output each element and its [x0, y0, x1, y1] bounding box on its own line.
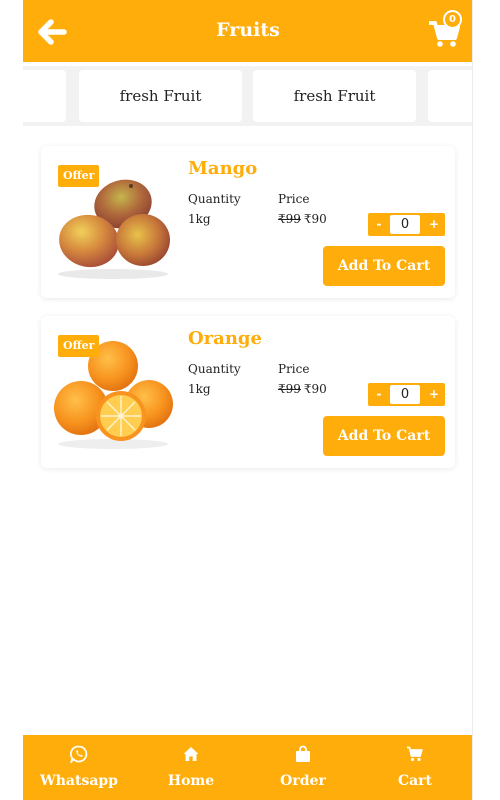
product-name: Mango — [188, 158, 258, 179]
product-card: Offer Mango Quantity 1kg Price ₹99 ₹90 - … — [41, 146, 455, 298]
nav-item-order[interactable]: Order — [247, 735, 359, 800]
app-screen: Fruits 0 fresh Fruit fresh Fruit Offer M… — [23, 0, 473, 800]
price-label: Price — [278, 362, 310, 376]
add-to-cart-button[interactable]: Add To Cart — [323, 416, 445, 456]
offer-badge: Offer — [58, 335, 100, 357]
nav-label: Order — [280, 773, 326, 789]
product-name: Orange — [188, 328, 262, 349]
old-price: ₹99 — [278, 212, 301, 226]
cart-icon — [407, 746, 423, 762]
price-label: Price — [278, 192, 310, 206]
add-to-cart-button[interactable]: Add To Cart — [323, 246, 445, 286]
nav-label: Cart — [397, 773, 433, 789]
quantity-label: Quantity — [188, 362, 241, 376]
new-price: ₹90 — [303, 212, 327, 226]
nav-label: Whatsapp — [40, 773, 118, 789]
quantity-stepper: - 0 + — [368, 383, 445, 406]
quantity-label: Quantity — [188, 192, 241, 206]
category-tab[interactable]: fresh Fruit — [79, 70, 242, 122]
page-title: Fruits — [216, 19, 280, 41]
increment-button[interactable]: + — [423, 213, 445, 236]
offer-badge: Offer — [58, 165, 100, 187]
decrement-button[interactable]: - — [368, 383, 390, 406]
nav-item-cart[interactable]: Cart — [359, 735, 471, 800]
old-price: ₹99 — [278, 382, 301, 396]
top-header: Fruits 0 — [23, 0, 472, 62]
home-icon — [183, 747, 199, 761]
increment-button[interactable]: + — [423, 383, 445, 406]
quantity-value: 1kg — [188, 212, 211, 226]
whatsapp-icon — [70, 745, 88, 763]
category-tab[interactable] — [428, 70, 472, 122]
quantity-stepper: - 0 + — [368, 213, 445, 236]
nav-item-home[interactable]: Home — [135, 735, 247, 800]
price-row: ₹99 ₹90 — [278, 382, 327, 396]
category-tab[interactable] — [23, 70, 66, 122]
quantity-count[interactable]: 0 — [390, 215, 420, 234]
decrement-button[interactable]: - — [368, 213, 390, 236]
nav-item-whatsapp[interactable]: Whatsapp — [23, 735, 135, 800]
price-row: ₹99 ₹90 — [278, 212, 327, 226]
category-strip[interactable]: fresh Fruit fresh Fruit — [23, 66, 472, 126]
shopping-bag-icon — [296, 745, 310, 762]
product-card: Offer Orange Quantity 1kg Price ₹99 ₹90 -… — [41, 316, 455, 468]
quantity-value: 1kg — [188, 382, 211, 396]
cart-count-badge: 0 — [443, 10, 462, 29]
bottom-nav: Whatsapp Home Order Cart — [23, 735, 472, 800]
nav-label: Home — [167, 773, 215, 789]
new-price: ₹90 — [303, 382, 327, 396]
quantity-count[interactable]: 0 — [390, 385, 420, 404]
category-tab[interactable]: fresh Fruit — [253, 70, 416, 122]
